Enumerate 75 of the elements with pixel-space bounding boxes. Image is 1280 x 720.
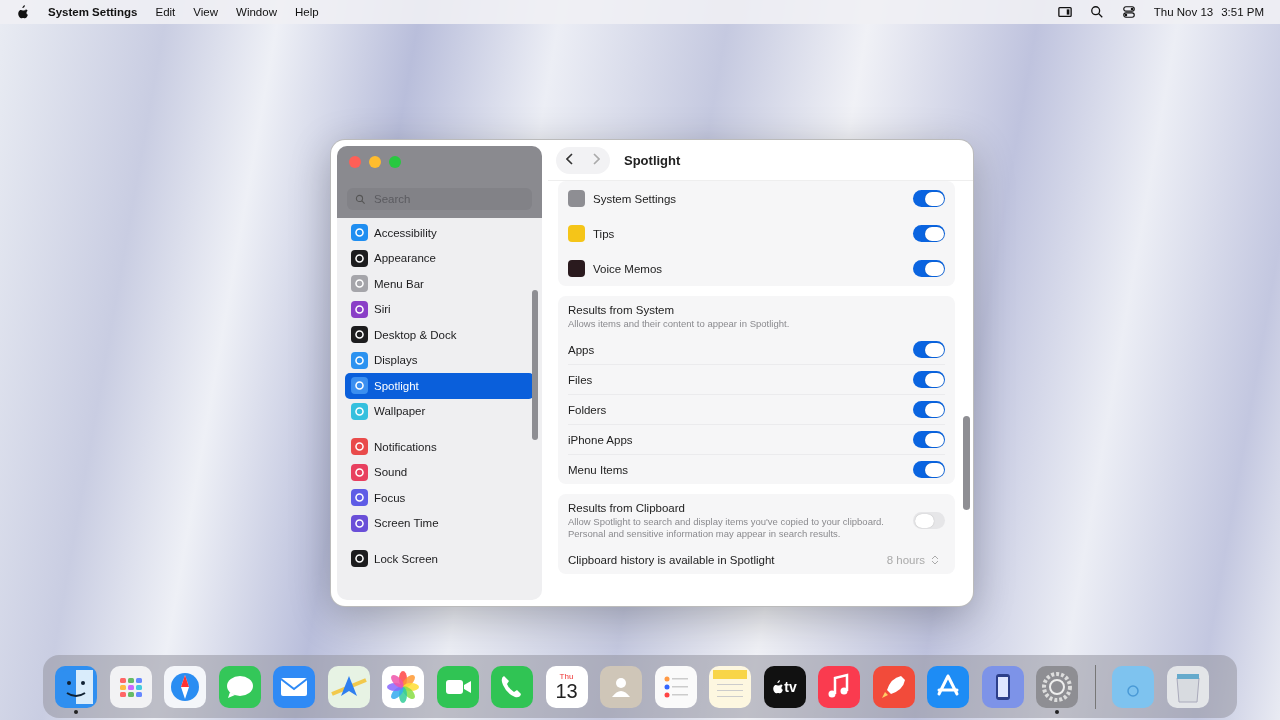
notepad-icon[interactable] (709, 665, 751, 708)
tv-app-icon[interactable]: tv (763, 665, 806, 708)
display-icon[interactable] (1057, 5, 1072, 19)
menu-item[interactable]: Edit (155, 6, 176, 18)
toggle-switch[interactable] (913, 190, 945, 207)
menu-date[interactable]: Thu Nov 13 (1153, 6, 1214, 18)
gear-icon[interactable] (1036, 665, 1078, 708)
toggle-switch[interactable] (913, 341, 945, 359)
row-label: Clipboard history is available in Spotlight (568, 553, 776, 566)
toggle-switch[interactable] (913, 431, 945, 449)
scrollbar[interactable] (963, 416, 970, 510)
search-icon[interactable] (1089, 5, 1104, 19)
row-label: Files (568, 373, 594, 386)
menu-time[interactable]: 3:51 PM (1221, 6, 1264, 18)
sidebar-item[interactable]: Spotlight (345, 373, 534, 399)
rocket-icon[interactable] (872, 665, 915, 708)
music-note-icon[interactable] (818, 665, 860, 708)
sidebar-item[interactable]: Accessibility (345, 220, 534, 246)
section-title: Results from Clipboard (568, 502, 686, 515)
app-store-icon[interactable] (927, 665, 969, 708)
finder-face-icon[interactable] (55, 665, 97, 708)
phone-icon[interactable] (491, 665, 533, 708)
trash-icon[interactable] (1166, 665, 1209, 708)
sidebar-item[interactable]: Lock Screen (345, 546, 534, 572)
running-indicator (1055, 709, 1059, 714)
calendar-weekday: Thu (559, 672, 574, 681)
video-camera-icon[interactable] (436, 665, 479, 708)
menu-item[interactable]: Window (236, 6, 277, 18)
contact-card-icon[interactable] (600, 665, 642, 708)
sidebar-item[interactable]: Appearance (345, 245, 534, 271)
sidebar-item[interactable]: Screen Time (345, 510, 534, 536)
minimize-button[interactable] (369, 156, 381, 168)
scrollbar[interactable] (532, 290, 538, 440)
sidebar-item[interactable]: Menu Bar (345, 271, 534, 297)
section-title: Results from System (568, 304, 676, 316)
control-center-icon[interactable] (1121, 5, 1136, 19)
chevron-up-down-icon (931, 554, 939, 565)
row-label: System Settings (593, 192, 678, 205)
sidebar-item[interactable]: Sound (345, 459, 534, 485)
running-indicator (74, 709, 78, 714)
calendar-icon[interactable]: Thu 13 (545, 665, 588, 708)
section-description: Allows items and their content to appear in Spotlight. (568, 318, 791, 330)
menu-item[interactable]: Help (294, 6, 319, 18)
list-icon[interactable] (654, 665, 697, 708)
row-label: Folders (568, 403, 608, 416)
apple-logo-icon[interactable] (16, 5, 30, 19)
flower-icon[interactable] (382, 665, 424, 708)
envelope-icon[interactable] (273, 665, 315, 708)
row-label: Voice Memos (593, 262, 664, 275)
row-label: Menu Items (568, 463, 630, 476)
toggle-switch[interactable] (913, 371, 945, 389)
tv-label: tv (772, 678, 797, 695)
compass-icon[interactable] (164, 665, 206, 708)
toggle-switch[interactable] (913, 225, 945, 242)
menu-app-name[interactable]: System Settings (48, 6, 138, 18)
app-grid-icon[interactable] (109, 665, 152, 708)
section-description: Allow Spotlight to search and display items you've copied to your clipboard. Personal and sensitive information may appear in search results. (568, 516, 885, 540)
search-icon (355, 193, 366, 205)
phone-mirror-icon[interactable] (981, 665, 1024, 708)
chevron-right-icon (592, 152, 600, 165)
window-title: Spotlight (624, 152, 681, 168)
row-label: iPhone Apps (568, 433, 634, 446)
chevron-left-icon (566, 152, 574, 165)
toggle-switch[interactable] (913, 260, 945, 277)
row-label: Apps (568, 343, 596, 356)
toggle-switch[interactable] (913, 401, 945, 419)
toggle-switch[interactable] (913, 512, 945, 530)
map-icon[interactable] (327, 665, 370, 708)
row-label: Tips (593, 227, 616, 240)
sidebar-item[interactable]: Focus (345, 485, 534, 511)
menu-item[interactable]: View (193, 6, 219, 18)
calendar-day: 13 (555, 680, 578, 701)
speech-bubble-icon[interactable] (218, 665, 261, 708)
sidebar-item[interactable]: Notifications (345, 434, 534, 460)
toggle-switch[interactable] (913, 461, 945, 479)
